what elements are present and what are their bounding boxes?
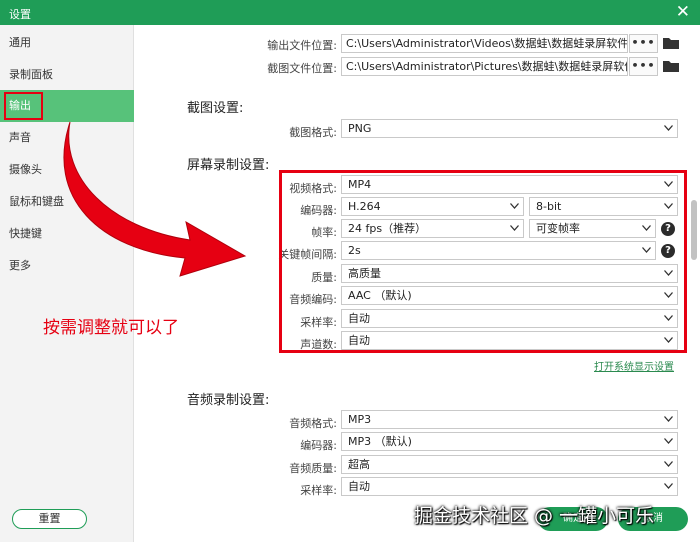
select-value: 超高 [348,458,370,471]
annotation-text: 按需调整就可以了 [43,318,179,338]
chevron-down-icon [664,461,673,467]
audio-quality-select[interactable]: 超高 [341,455,678,474]
chevron-down-icon [664,416,673,422]
sidebar-item-label: 更多 [9,259,31,272]
audio-encoder-label: 编码器: [300,439,337,452]
select-value: 自动 [348,480,370,493]
select-value: PNG [348,122,372,135]
sidebar-item-label: 录制面板 [9,68,53,81]
sidebar-item-recording-panel[interactable]: 录制面板 [0,59,134,91]
audio-samplerate-select[interactable]: 自动 [341,477,678,496]
audio-samplerate-label: 采样率: [300,484,337,497]
window-title: 设置 [9,8,31,21]
audio-format-label: 音频格式: [289,417,337,430]
select-value: MP3 （默认) [348,435,412,448]
screenshot-settings-title: 截图设置: [187,101,244,116]
open-display-settings-link[interactable]: 打开系统显示设置 [594,358,674,373]
sidebar-item-label: 通用 [9,36,31,49]
reset-button[interactable]: 重置 [12,509,87,529]
watermark: 掘金技术社区 @ 一罐小可乐 [414,505,655,527]
output-path-label: 输出文件位置: [267,39,337,52]
folder-icon[interactable] [662,36,680,50]
screenshot-path-field[interactable]: C:\Users\Administrator\Pictures\数据蛙\数据蛙录… [341,57,628,76]
output-path-field[interactable]: C:\Users\Administrator\Videos\数据蛙\数据蛙录屏软… [341,34,628,53]
output-browse-button[interactable]: ••• [629,34,658,53]
audio-quality-label: 音频质量: [289,462,337,475]
sidebar-item-label: 摄像头 [9,163,42,176]
audio-recording-title: 音频录制设置: [187,393,270,408]
folder-icon[interactable] [662,59,680,73]
vertical-scrollbar[interactable] [691,200,697,260]
chevron-down-icon [664,483,673,489]
chevron-down-icon [664,438,673,444]
annotation-arrow [63,121,247,277]
sidebar-item-general[interactable]: 通用 [0,27,134,59]
screenshot-format-select[interactable]: PNG [341,119,678,138]
select-value: MP3 [348,413,372,426]
screenshot-browse-button[interactable]: ••• [629,57,658,76]
close-icon[interactable]: ✕ [676,2,690,22]
highlight-box-output [4,92,43,120]
screenshot-path-label: 截图文件位置: [267,62,337,75]
sidebar-item-label: 快捷键 [9,227,42,240]
audio-encoder-select[interactable]: MP3 （默认) [341,432,678,451]
title-bar: 设置 ✕ [0,0,700,25]
sidebar-item-label: 声音 [9,131,31,144]
chevron-down-icon [664,125,673,131]
highlight-box-recording [279,170,687,353]
audio-format-select[interactable]: MP3 [341,410,678,429]
